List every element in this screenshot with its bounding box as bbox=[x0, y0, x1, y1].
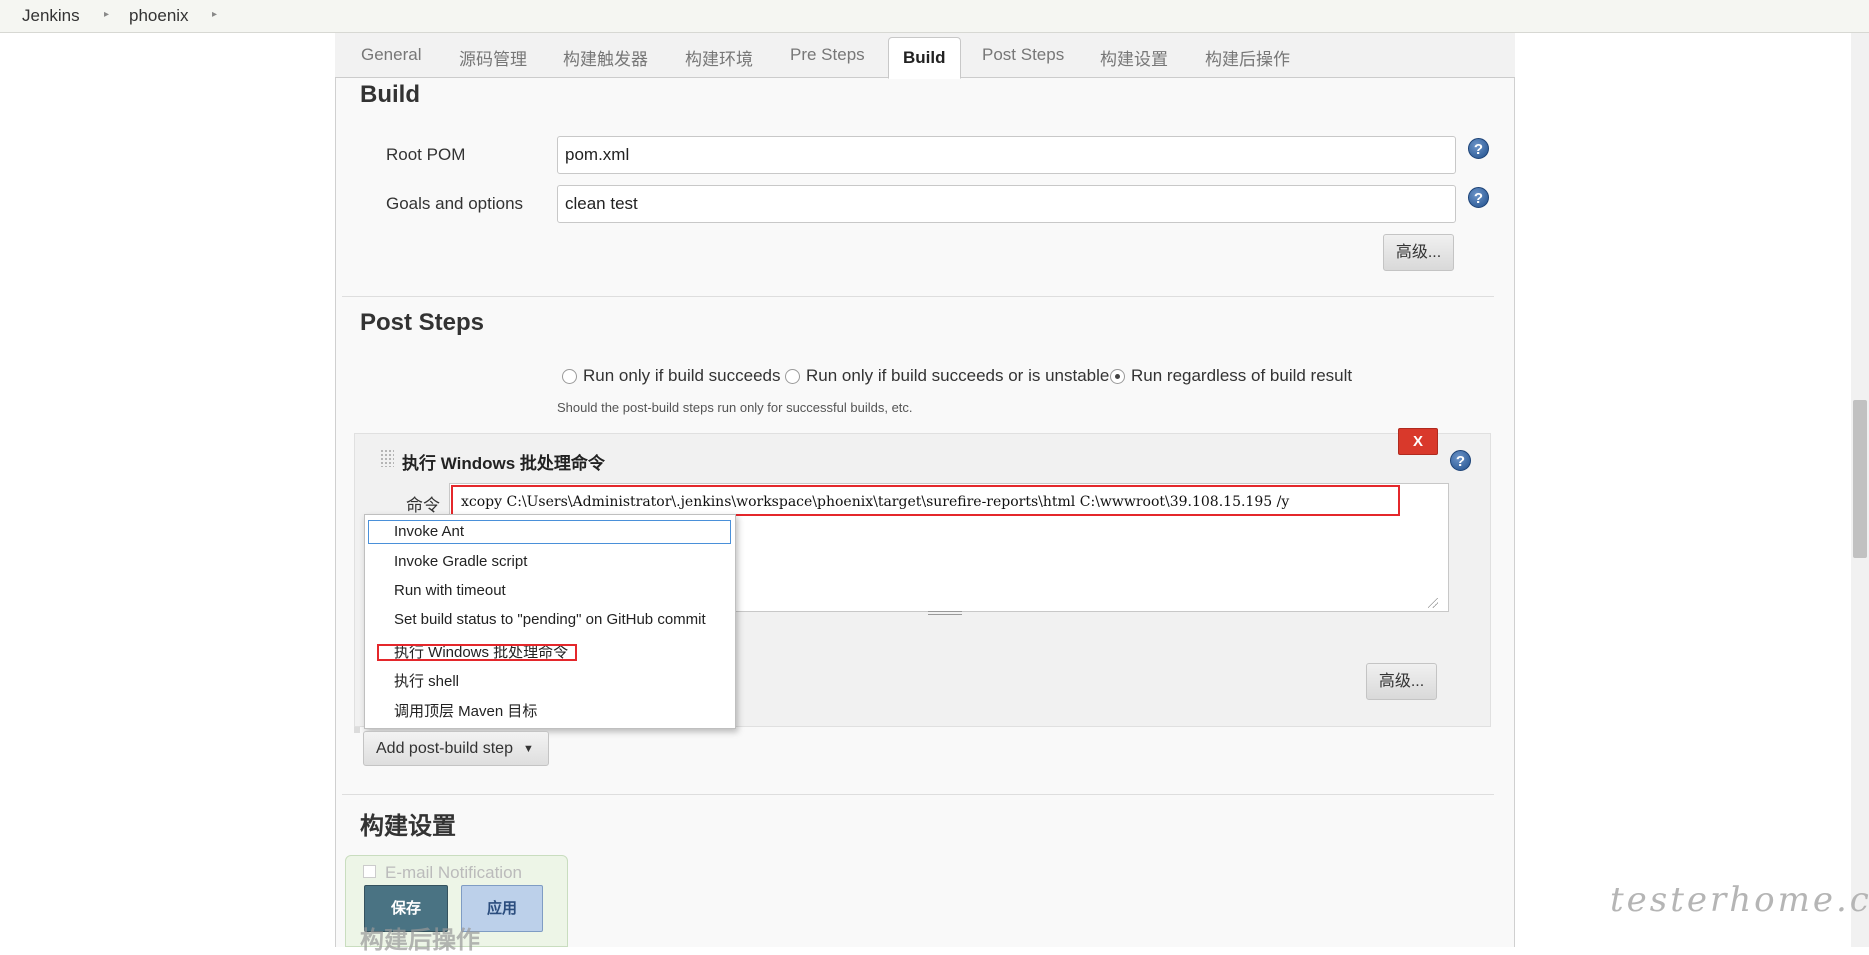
post-build-actions-title: 构建后操作 bbox=[360, 927, 480, 954]
build-section-title: Build bbox=[360, 81, 420, 108]
goals-input[interactable]: clean test bbox=[557, 185, 1456, 223]
config-tabbar: General 源码管理 构建触发器 构建环境 Pre Steps Build … bbox=[335, 33, 1515, 79]
delete-step-button[interactable]: X bbox=[1398, 428, 1438, 455]
radio-regardless[interactable]: Run regardless of build result bbox=[1110, 366, 1352, 386]
tab-general[interactable]: General bbox=[361, 45, 421, 65]
post-steps-hint: Should the post-build steps run only for… bbox=[557, 400, 913, 415]
tab-build-environment[interactable]: 构建环境 bbox=[685, 45, 753, 70]
add-post-build-step-button[interactable]: Add post-build step ▼ bbox=[363, 731, 549, 766]
watermark: testerhome.com bbox=[1610, 880, 1869, 920]
chevron-right-icon: ▸ bbox=[104, 9, 110, 20]
radio-build-succeeds[interactable]: Run only if build succeeds bbox=[562, 366, 781, 386]
command-label: 命令 bbox=[406, 496, 440, 515]
command-highlight-box bbox=[451, 485, 1400, 516]
breadcrumb: Jenkins ▸ phoenix ▸ bbox=[0, 0, 1869, 33]
goals-label: Goals and options bbox=[386, 194, 524, 213]
build-settings-title: 构建设置 bbox=[360, 813, 456, 840]
tab-post-steps[interactable]: Post Steps bbox=[982, 45, 1064, 65]
radio-circle[interactable] bbox=[562, 369, 577, 384]
textarea-resize-bar[interactable] bbox=[928, 611, 962, 615]
scrollbar-thumb[interactable] bbox=[1853, 400, 1867, 558]
chevron-right-icon: ▸ bbox=[212, 9, 218, 20]
tab-build[interactable]: Build bbox=[888, 37, 961, 79]
help-icon[interactable]: ? bbox=[1468, 187, 1489, 208]
menu-highlight-box bbox=[377, 644, 577, 661]
build-advanced-button[interactable]: 高级... bbox=[1383, 234, 1454, 271]
radio-label: Run only if build succeeds bbox=[583, 366, 781, 385]
tab-source-control[interactable]: 源码管理 bbox=[459, 45, 527, 70]
radio-circle-checked[interactable] bbox=[1110, 369, 1125, 384]
root-pom-label: Root POM bbox=[386, 145, 466, 164]
tab-build-triggers[interactable]: 构建触发器 bbox=[563, 45, 648, 70]
divider bbox=[342, 296, 1494, 297]
menu-item-shell[interactable]: 执行 shell bbox=[394, 670, 459, 691]
build-step-title: 执行 Windows 批处理命令 bbox=[402, 454, 605, 473]
add-step-label: Add post-build step bbox=[376, 740, 513, 757]
email-notification-label: E-mail Notification bbox=[385, 863, 522, 882]
email-notification-checkbox[interactable] bbox=[363, 865, 376, 878]
menu-item-invoke-gradle[interactable]: Invoke Gradle script bbox=[394, 553, 527, 570]
divider bbox=[342, 794, 1494, 795]
radio-succeeds-or-unstable[interactable]: Run only if build succeeds or is unstabl… bbox=[785, 366, 1109, 386]
breadcrumb-jenkins[interactable]: Jenkins bbox=[22, 6, 80, 26]
help-icon[interactable]: ? bbox=[1468, 138, 1489, 159]
menu-item-maven[interactable]: 调用顶层 Maven 目标 bbox=[394, 700, 537, 721]
step-advanced-button[interactable]: 高级... bbox=[1366, 663, 1437, 700]
drag-handle-icon[interactable] bbox=[380, 449, 394, 467]
caret-down-icon: ▼ bbox=[522, 743, 534, 755]
tab-post-build-actions[interactable]: 构建后操作 bbox=[1205, 45, 1290, 70]
breadcrumb-phoenix[interactable]: phoenix bbox=[129, 6, 189, 26]
radio-label: Run only if build succeeds or is unstabl… bbox=[806, 366, 1110, 385]
menu-item-invoke-ant[interactable]: Invoke Ant bbox=[394, 523, 464, 540]
textarea-resize-corner[interactable] bbox=[1428, 598, 1438, 608]
menu-item-github-pending[interactable]: Set build status to "pending" on GitHub … bbox=[394, 611, 706, 628]
root-pom-input[interactable]: pom.xml bbox=[557, 136, 1456, 174]
radio-label: Run regardless of build result bbox=[1131, 366, 1353, 385]
tab-pre-steps[interactable]: Pre Steps bbox=[790, 45, 865, 65]
menu-item-run-with-timeout[interactable]: Run with timeout bbox=[394, 582, 506, 599]
tab-build-settings[interactable]: 构建设置 bbox=[1100, 45, 1168, 70]
help-icon[interactable]: ? bbox=[1450, 450, 1471, 471]
post-steps-title: Post Steps bbox=[360, 309, 485, 336]
radio-circle[interactable] bbox=[785, 369, 800, 384]
